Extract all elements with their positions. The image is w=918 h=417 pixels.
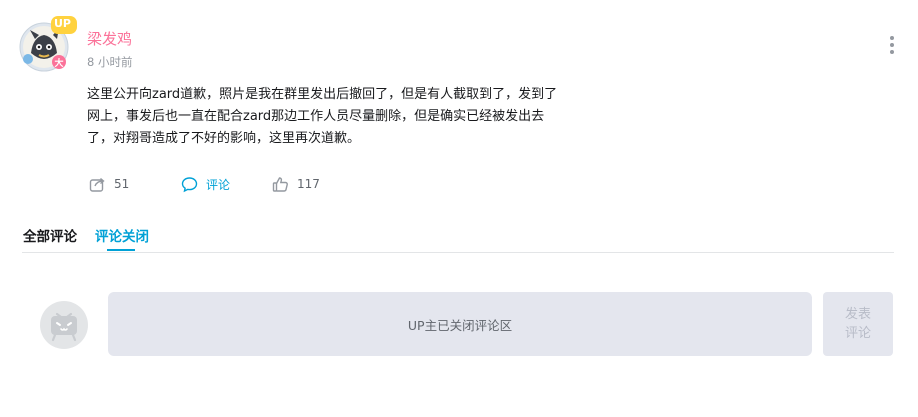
post-content: 这里公开向zard道歉，照片是我在群里发出后撤回了，但是有人截取到了，发到了 网… [87, 84, 617, 150]
author-name[interactable]: 梁发鸡 [87, 28, 132, 49]
author-avatar[interactable]: 大 UP [17, 15, 77, 75]
tabs-divider [22, 252, 894, 253]
tab-comments-closed[interactable]: 评论关闭 [95, 225, 149, 245]
submit-comment-label: 发表评论 [844, 307, 871, 341]
up-badge-label: UP [54, 17, 71, 30]
share-icon [89, 177, 105, 192]
post-content-line: 网上，事发后也一直在配合zard那边工作人员尽量删除，但是确实已经被发出去 [87, 109, 545, 124]
submit-comment-button[interactable]: 发表评论 [823, 292, 893, 356]
like-button[interactable]: 117 [272, 174, 320, 194]
post-time: 8 小时前 [87, 55, 133, 69]
tab-all-comments[interactable]: 全部评论 [23, 225, 77, 245]
post-content-line: 这里公开向zard道歉，照片是我在群里发出后撤回了，但是有人截取到了，发到了 [87, 87, 558, 102]
comments-closed-text: UP主已关闭评论区 [407, 317, 513, 333]
share-count: 51 [114, 177, 130, 191]
thumbs-up-icon [272, 176, 288, 192]
more-options-icon[interactable] [885, 34, 899, 56]
comment-icon [181, 176, 198, 192]
active-tab-indicator [107, 249, 135, 251]
like-count: 117 [297, 177, 320, 191]
comment-button[interactable]: 评论 [181, 174, 230, 194]
user-avatar [40, 301, 88, 349]
share-button[interactable]: 51 [89, 174, 129, 194]
svg-text:大: 大 [54, 57, 63, 69]
post-content-line: 了，对翔哥造成了不好的影响，这里再次道歉。 [87, 131, 361, 146]
comments-closed-notice: UP主已关闭评论区 [108, 292, 812, 356]
comment-label: 评论 [206, 177, 231, 192]
